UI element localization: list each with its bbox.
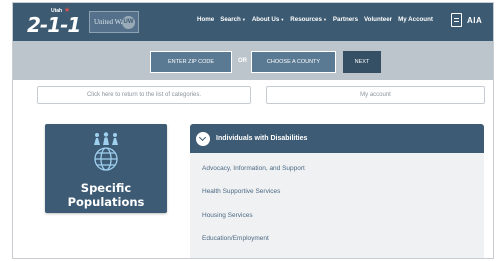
subcategory-link[interactable]: Education/Employment — [202, 235, 269, 242]
chevron-down-icon — [196, 131, 210, 146]
my-account-button[interactable]: My account — [266, 86, 485, 104]
enter-zip-code-button[interactable]: ENTER ZIP CODE — [150, 51, 232, 73]
location-search-bar: ENTER ZIP CODE OR CHOOSE A COUNTY NEXT — [13, 41, 493, 80]
translate-icon[interactable] — [451, 13, 462, 27]
site-logo[interactable]: 2-1-1 Utah ★ — [27, 7, 81, 37]
nav-partners[interactable]: Partners — [333, 16, 358, 23]
main-nav: Home Search▼ About Us▼ Resources▼ Partne… — [197, 16, 433, 23]
nav-volunteer[interactable]: Volunteer — [364, 16, 392, 23]
logo-number: 2-1-1 — [27, 13, 81, 37]
nav-search[interactable]: Search▼ — [220, 16, 246, 23]
category-accordion-header[interactable]: Individuals with Disabilities — [190, 124, 484, 153]
tile-title: Specific Populations — [45, 181, 167, 209]
category-title: Individuals with Disabilities — [216, 135, 308, 142]
nav-resources[interactable]: Resources▼ — [290, 16, 327, 23]
nav-about-us[interactable]: About Us▼ — [252, 16, 284, 23]
subcategory-link[interactable]: Health Supportive Services — [202, 188, 280, 195]
browser-frame: 2-1-1 Utah ★ United Way UW Home Search▼ … — [12, 2, 494, 259]
star-icon: ★ — [64, 7, 71, 14]
subcategory-link[interactable]: Advocacy, Information, and Support — [202, 165, 305, 172]
site-header: 2-1-1 Utah ★ United Way UW Home Search▼ … — [13, 3, 493, 41]
nav-my-account[interactable]: My Account — [398, 16, 433, 23]
specific-populations-tile[interactable]: Specific Populations — [45, 124, 167, 213]
tile-title-line2: Populations — [67, 195, 145, 209]
subcategory-list: Advocacy, Information, and Support Healt… — [190, 153, 484, 258]
or-label: OR — [238, 58, 247, 64]
caret-down-icon: ▼ — [241, 17, 246, 22]
people-globe-icon — [94, 132, 118, 171]
tile-title-line1: Specific — [80, 181, 132, 195]
subcategory-link[interactable]: Housing Services — [202, 212, 253, 219]
next-button[interactable]: NEXT — [343, 51, 381, 73]
united-way-badge-icon: UW — [122, 16, 135, 29]
caret-down-icon: ▼ — [322, 17, 327, 22]
caret-down-icon: ▼ — [280, 17, 285, 22]
united-way-logo[interactable]: United Way UW — [89, 11, 139, 33]
logo-state: Utah — [51, 8, 63, 14]
nav-home[interactable]: Home — [197, 16, 214, 23]
choose-county-button[interactable]: CHOOSE A COUNTY — [251, 51, 336, 73]
accessibility-text-size[interactable]: AIA — [467, 16, 482, 25]
return-to-categories-button[interactable]: Click here to return to the list of cate… — [37, 86, 251, 104]
